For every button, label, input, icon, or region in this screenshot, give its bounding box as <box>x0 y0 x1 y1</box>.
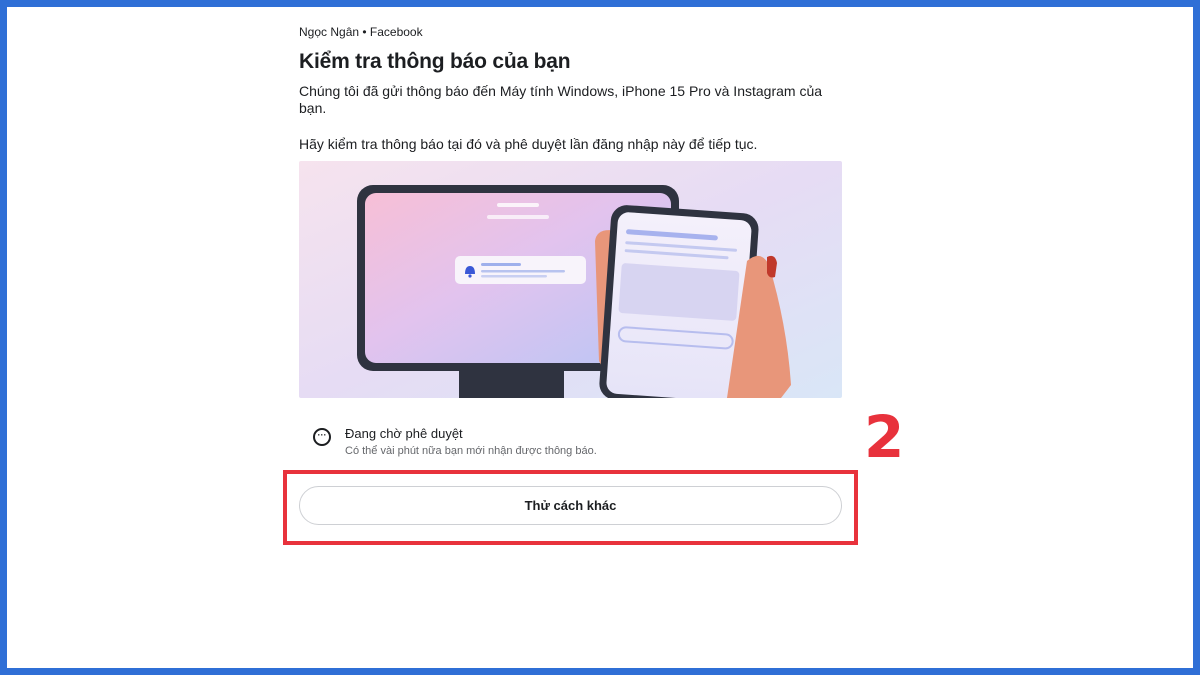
status-subtitle: Có thể vài phút nữa bạn mới nhận được th… <box>345 445 597 457</box>
account-line: Ngọc Ngân • Facebook <box>299 25 423 39</box>
approval-status: ··· Đang chờ phê duyệt Có thể vài phút n… <box>313 424 833 464</box>
status-title: Đang chờ phê duyệt <box>345 426 463 441</box>
notification-illustration <box>299 161 842 398</box>
illustration-svg <box>299 161 842 398</box>
instruction-text: Hãy kiểm tra thông báo tại đó và phê duy… <box>299 136 758 152</box>
more-horizontal-circle-icon: ··· <box>313 428 331 446</box>
page-title: Kiểm tra thông báo của bạn <box>299 50 571 73</box>
step-number-annotation: 2 <box>864 403 905 471</box>
description-text: Chúng tôi đã gửi thông báo đến Máy tính … <box>299 83 823 116</box>
main-content: Ngọc Ngân • Facebook Kiểm tra thông báo … <box>299 25 844 153</box>
try-another-way-button[interactable]: Thử cách khác <box>299 486 842 525</box>
